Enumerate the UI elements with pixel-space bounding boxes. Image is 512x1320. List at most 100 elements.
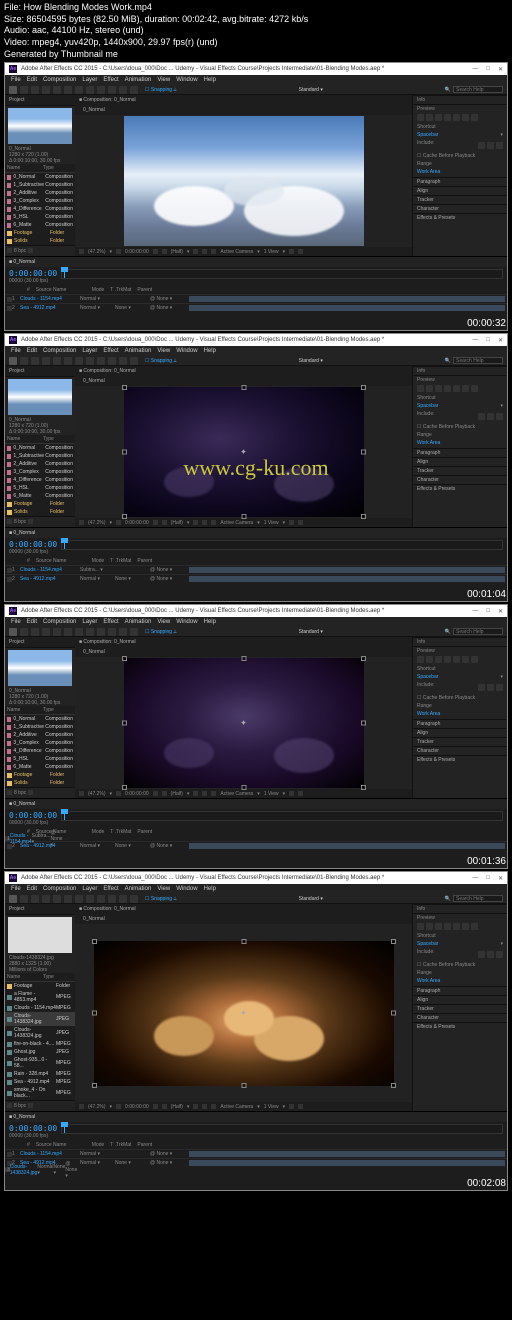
zoom-level[interactable]: (47.2%) — [88, 791, 106, 797]
view-opt-icon[interactable] — [298, 249, 303, 254]
paragraph-panel[interactable]: Paragraph — [413, 177, 507, 186]
menu-item[interactable]: File — [11, 77, 21, 83]
project-item[interactable]: 0_NormalComposition — [5, 715, 75, 723]
paragraph-panel[interactable]: Paragraph — [413, 448, 507, 457]
timeline-tab[interactable]: ■ 0_Normal — [9, 801, 35, 807]
camera-select[interactable]: Active Camera — [220, 249, 253, 255]
handle[interactable] — [391, 1083, 396, 1088]
blend-mode[interactable]: Normal ▾ — [80, 305, 115, 311]
snapping-toggle[interactable]: ☐ Snapping ⟂ — [145, 896, 177, 902]
menu-item[interactable]: Help — [204, 77, 216, 83]
inc-icon[interactable] — [496, 142, 503, 149]
project-item[interactable]: 1_SubtractiveComposition — [5, 723, 75, 731]
menu-item[interactable]: Effect — [103, 619, 118, 625]
zoom-level[interactable]: (47.2%) — [88, 249, 106, 255]
tool-icon[interactable] — [31, 628, 39, 636]
handle[interactable] — [361, 450, 366, 455]
inc-icon[interactable] — [487, 413, 494, 420]
view-opt-icon[interactable] — [289, 791, 294, 796]
mute-icon[interactable] — [471, 385, 478, 392]
last-frame-icon[interactable] — [453, 385, 460, 392]
transparency-icon[interactable] — [202, 1104, 207, 1109]
comp-tab[interactable]: ■ Composition: 0_Normal — [75, 366, 412, 376]
snapshot-icon[interactable] — [153, 249, 158, 254]
menu-item[interactable]: Composition — [43, 77, 76, 83]
view-opt-icon[interactable] — [298, 791, 303, 796]
project-item[interactable]: 1_SubtractiveComposition — [5, 181, 75, 189]
menu-item[interactable]: Help — [204, 619, 216, 625]
blend-mode[interactable]: Normal ▾ — [80, 1160, 115, 1166]
blend-mode[interactable]: Normal ▾ — [80, 296, 115, 302]
project-item[interactable]: SolidsFolder — [5, 779, 75, 787]
layer-bar[interactable] — [189, 1160, 505, 1166]
loop-icon[interactable] — [462, 923, 469, 930]
character-panel[interactable]: Character — [413, 746, 507, 755]
grid-icon[interactable] — [79, 1104, 84, 1109]
workspace-select[interactable]: Standard ▾ — [299, 358, 323, 364]
tool-icon[interactable] — [86, 357, 94, 365]
inc-icon[interactable] — [478, 142, 485, 149]
minimize-icon[interactable]: — — [472, 875, 478, 882]
handle[interactable] — [122, 450, 127, 455]
minimize-icon[interactable]: — — [472, 608, 478, 615]
project-item[interactable]: 6_MatteComposition — [5, 763, 75, 771]
timeline-layer[interactable]: 1 Clouds - 1154.mp4 Normal ▾ @ None ▾ — [5, 294, 507, 303]
first-frame-icon[interactable] — [417, 385, 424, 392]
inc-icon[interactable] — [478, 951, 485, 958]
menu-item[interactable]: Window — [176, 886, 197, 892]
comp-tab[interactable]: ■ Composition: 0_Normal — [75, 904, 412, 914]
res-icon[interactable] — [116, 249, 121, 254]
align-panel[interactable]: Align — [413, 457, 507, 466]
tool-icon[interactable] — [42, 895, 50, 903]
project-item[interactable]: SolidsFolder — [5, 237, 75, 245]
tool-icon[interactable] — [108, 357, 116, 365]
menu-item[interactable]: Edit — [27, 77, 37, 83]
project-item[interactable]: FootageFolder — [5, 771, 75, 779]
timeline-tab[interactable]: ■ 0_Normal — [9, 259, 35, 265]
tool-icon[interactable] — [64, 86, 72, 94]
last-frame-icon[interactable] — [453, 923, 460, 930]
character-panel[interactable]: Character — [413, 1013, 507, 1022]
tracker-panel[interactable]: Tracker — [413, 195, 507, 204]
play-icon[interactable] — [435, 385, 442, 392]
project-item[interactable]: 0_NormalComposition — [5, 173, 75, 181]
composition-canvas[interactable] — [124, 116, 364, 246]
tool-icon[interactable] — [130, 895, 138, 903]
region-icon[interactable] — [193, 520, 198, 525]
tool-icon[interactable] — [75, 895, 83, 903]
view-count[interactable]: 1 View — [264, 1104, 279, 1110]
handle[interactable] — [361, 514, 366, 519]
playhead[interactable] — [64, 1125, 65, 1133]
new-comp-icon[interactable] — [7, 1103, 12, 1108]
project-item[interactable]: a Flame - 4853.mp4MPEG — [5, 990, 75, 1004]
playhead[interactable] — [64, 270, 65, 278]
tool-icon[interactable] — [9, 628, 17, 636]
info-panel[interactable]: Info — [413, 366, 507, 375]
handle[interactable] — [122, 656, 127, 661]
timeline-layer[interactable]: 1 Clouds - 1154.mp4 Subtra... ▾ @ None ▾ — [5, 565, 507, 574]
play-icon[interactable] — [435, 923, 442, 930]
loop-icon[interactable] — [462, 656, 469, 663]
handle[interactable] — [241, 785, 246, 790]
trash-icon[interactable] — [28, 1103, 33, 1108]
tool-icon[interactable] — [9, 86, 17, 94]
menu-item[interactable]: Edit — [27, 886, 37, 892]
project-item[interactable]: 3_ComplexComposition — [5, 739, 75, 747]
next-frame-icon[interactable] — [444, 385, 451, 392]
menu-item[interactable]: File — [11, 348, 21, 354]
view-opt-icon[interactable] — [289, 249, 294, 254]
tool-icon[interactable] — [31, 357, 39, 365]
mute-icon[interactable] — [471, 923, 478, 930]
menu-item[interactable]: Effect — [103, 77, 118, 83]
tool-icon[interactable] — [119, 628, 127, 636]
inc-icon[interactable] — [487, 684, 494, 691]
timeline-layer[interactable]: 2 Sea - 4912.mp4 Normal ▾ None ▾ @ None … — [5, 1158, 507, 1167]
minimize-icon[interactable]: — — [472, 66, 478, 73]
time-ruler[interactable] — [61, 811, 503, 821]
menu-item[interactable]: Edit — [27, 348, 37, 354]
next-frame-icon[interactable] — [444, 923, 451, 930]
project-item[interactable]: 2_AdditiveComposition — [5, 189, 75, 197]
region-icon[interactable] — [193, 791, 198, 796]
layer-bar[interactable] — [189, 1151, 505, 1157]
project-item[interactable]: 3_ComplexComposition — [5, 468, 75, 476]
